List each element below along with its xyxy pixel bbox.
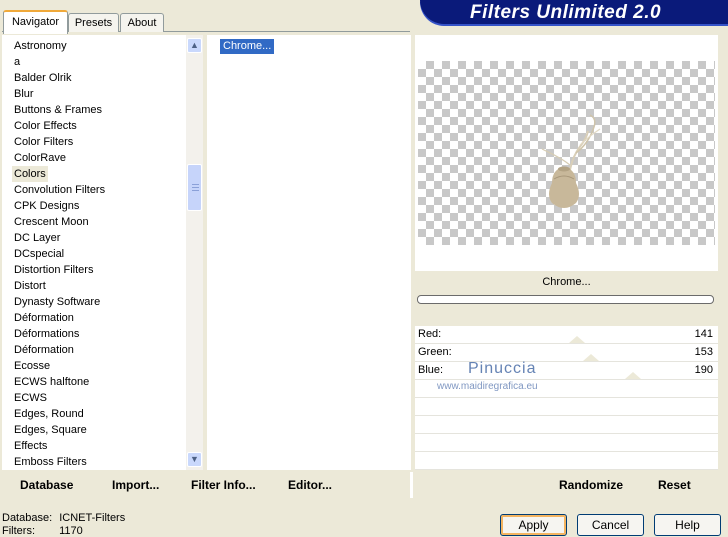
- help-button[interactable]: Help: [654, 514, 721, 536]
- category-item[interactable]: Blur: [14, 86, 34, 102]
- category-item[interactable]: Emboss Filters: [14, 454, 87, 470]
- category-item[interactable]: DC Layer: [14, 230, 60, 246]
- toolbar-separator: [410, 472, 413, 498]
- category-item[interactable]: Déformation: [14, 342, 74, 358]
- apply-button[interactable]: Apply: [500, 514, 567, 536]
- scroll-down-arrow-icon[interactable]: ▼: [187, 452, 202, 467]
- grip-line: [192, 187, 199, 188]
- tab-navigator[interactable]: Navigator: [3, 10, 68, 34]
- category-item[interactable]: Distort: [14, 278, 46, 294]
- progress-bar: [417, 295, 714, 304]
- scrollbar-thumb[interactable]: [187, 164, 202, 211]
- slider-thumb[interactable]: [625, 372, 641, 379]
- filter-list[interactable]: Chrome...: [207, 35, 411, 470]
- editor-button[interactable]: Editor...: [288, 478, 332, 492]
- slider-value: 190: [694, 364, 713, 376]
- filter-controls[interactable]: Red: 141 Green: 153 Blue: 190: [415, 326, 718, 470]
- status-database-value: ICNET-Filters: [59, 512, 126, 524]
- tab-about[interactable]: About: [120, 13, 164, 32]
- empty-control-row: [415, 434, 718, 452]
- transparency-checkerboard: [418, 61, 715, 245]
- scroll-up-arrow-icon[interactable]: ▲: [187, 38, 202, 53]
- app-title: Filters Unlimited 2.0: [470, 2, 662, 23]
- slider-label: Blue:: [418, 364, 444, 376]
- watermark-text: Pinuccia: [468, 360, 537, 377]
- slider-value: 153: [694, 346, 713, 358]
- category-item[interactable]: Distortion Filters: [14, 262, 93, 278]
- filter-item-chrome[interactable]: Chrome...: [220, 39, 275, 54]
- slider-thumb[interactable]: [569, 336, 585, 343]
- category-item[interactable]: Ecosse: [14, 358, 50, 374]
- status-database: Database: ICNET-Filters: [2, 512, 125, 524]
- slider-row[interactable]: Red: 141: [415, 326, 718, 344]
- category-item[interactable]: Crescent Moon: [14, 214, 89, 230]
- category-item[interactable]: ColorRave: [14, 150, 66, 166]
- empty-control-row: [415, 416, 718, 434]
- cancel-button[interactable]: Cancel: [577, 514, 644, 536]
- slider-label: Red:: [418, 328, 442, 340]
- category-item[interactable]: ECWS: [14, 390, 47, 406]
- category-item[interactable]: Edges, Square: [14, 422, 87, 438]
- status-database-label: Database:: [2, 512, 53, 524]
- category-item[interactable]: Déformation: [14, 310, 74, 326]
- category-item[interactable]: a: [14, 54, 20, 70]
- database-button[interactable]: Database: [20, 478, 73, 492]
- empty-control-row: [415, 398, 718, 416]
- status-filters-value: 1170: [59, 525, 83, 537]
- randomize-button[interactable]: Randomize: [559, 478, 623, 492]
- empty-control-row: [415, 452, 718, 470]
- preview-image-vase: [541, 114, 601, 208]
- category-item[interactable]: Buttons & Frames: [14, 102, 102, 118]
- slider-row[interactable]: Green: 153: [415, 344, 718, 362]
- category-item[interactable]: DCspecial: [14, 246, 64, 262]
- current-filter-name: Chrome...: [542, 276, 591, 288]
- category-item[interactable]: Astronomy: [14, 38, 67, 54]
- grip-line: [192, 190, 199, 191]
- status-filters: Filters: 1170: [2, 525, 83, 537]
- category-item[interactable]: Déformations: [14, 326, 79, 342]
- status-filters-label: Filters:: [2, 525, 35, 537]
- tab-presets[interactable]: Presets: [68, 13, 119, 32]
- filter-info-button[interactable]: Filter Info...: [191, 478, 256, 492]
- slider-thumb[interactable]: [583, 354, 599, 361]
- category-scrollbar[interactable]: ▲ ▼: [186, 35, 203, 470]
- reset-button[interactable]: Reset: [658, 478, 691, 492]
- slider-value: 141: [694, 328, 713, 340]
- category-list[interactable]: Astronomy a Balder Olrik Blur Buttons & Fram…: [2, 35, 186, 470]
- category-item[interactable]: Color Effects: [14, 118, 77, 134]
- category-item[interactable]: ECWS halftone: [14, 374, 89, 390]
- category-item[interactable]: Edges, Round: [14, 406, 84, 422]
- category-item[interactable]: Dynasty Software: [14, 294, 100, 310]
- category-item[interactable]: Effects: [14, 438, 47, 454]
- import-button[interactable]: Import...: [112, 478, 159, 492]
- category-item[interactable]: Colors: [12, 166, 48, 182]
- category-item[interactable]: Convolution Filters: [14, 182, 105, 198]
- slider-row[interactable]: Blue: 190: [415, 362, 718, 380]
- category-item[interactable]: Balder Olrik: [14, 70, 71, 86]
- preview-panel: [415, 35, 718, 271]
- grip-line: [192, 184, 199, 185]
- slider-label: Green:: [418, 346, 452, 358]
- watermark-url: www.maidiregrafica.eu: [437, 381, 538, 392]
- category-item[interactable]: CPK Designs: [14, 198, 79, 214]
- category-item[interactable]: Color Filters: [14, 134, 73, 150]
